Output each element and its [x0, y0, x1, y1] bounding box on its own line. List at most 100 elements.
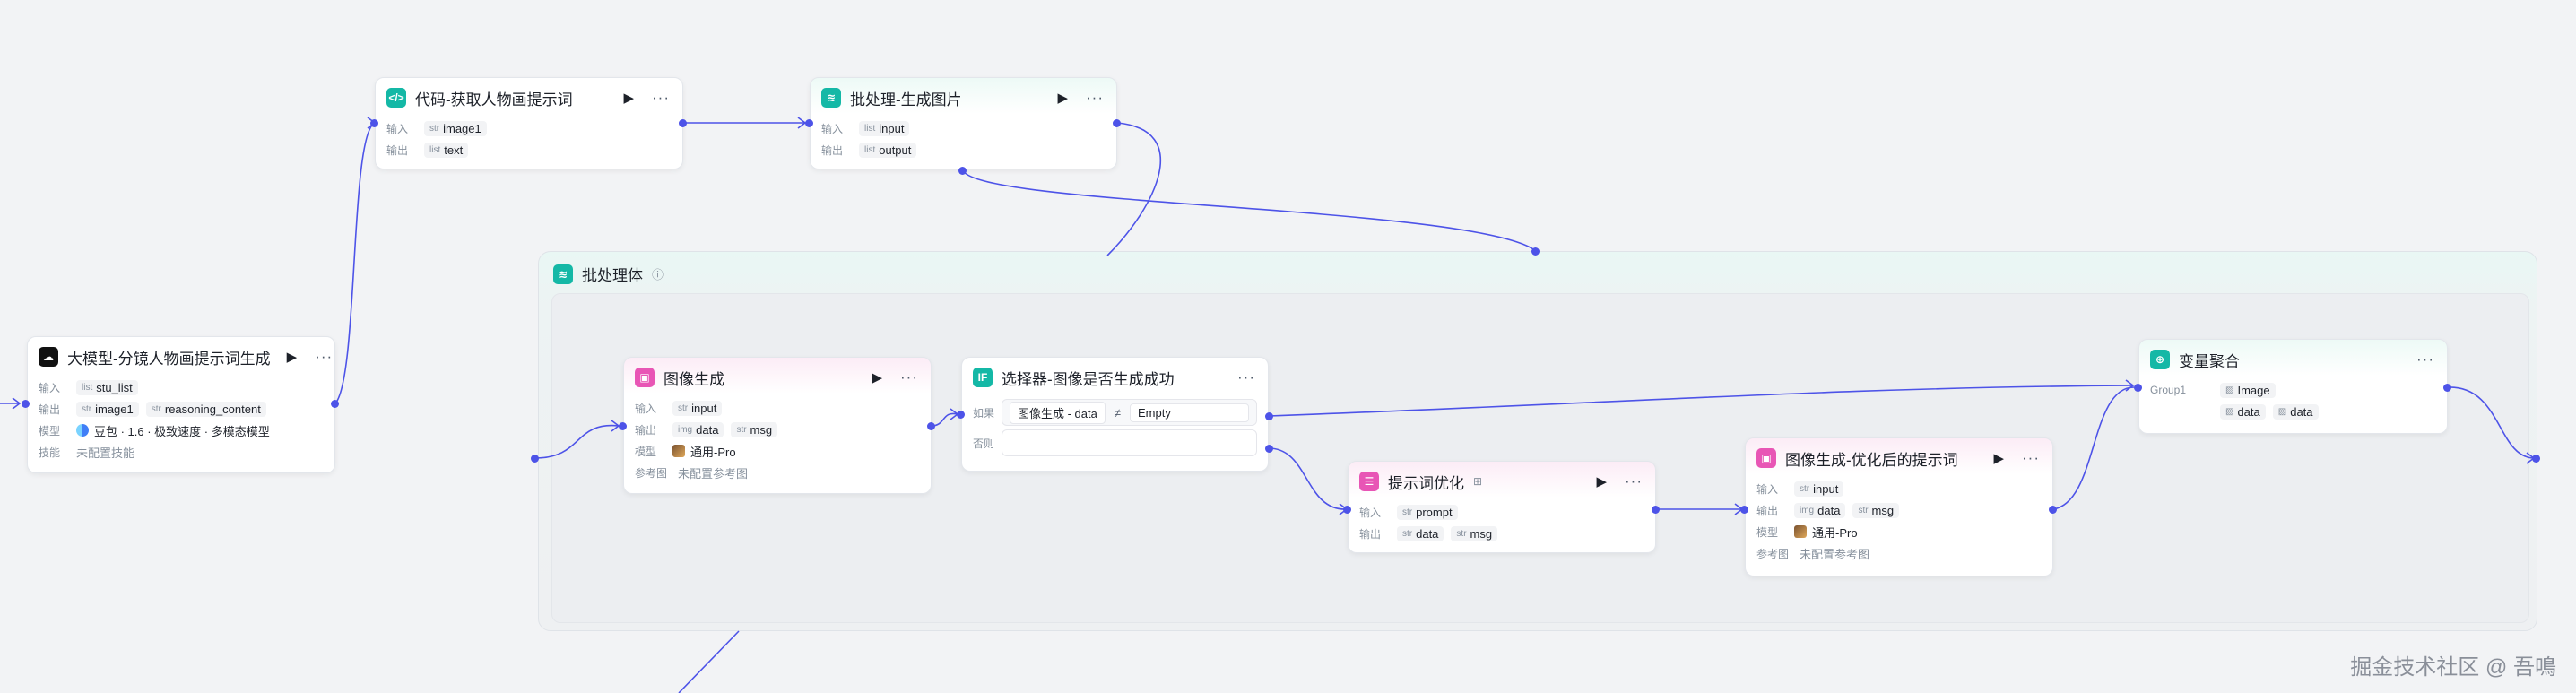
node-selector[interactable]: IF 选择器-图像是否生成成功 ··· 如果 图像生成 - data ≠ Emp… — [961, 357, 1269, 472]
node-prompt-opt-title: 提示词优化 — [1388, 474, 1464, 492]
node-llm-in-port[interactable] — [22, 400, 30, 408]
run-button[interactable]: ▶ — [1596, 473, 1607, 489]
node-llm-input-row: 输入 list stu_list — [28, 377, 334, 398]
node-imggen2-header: ▣ 图像生成-优化后的提示词 ▶ ··· — [1746, 438, 2052, 478]
more-menu-icon[interactable]: ··· — [2022, 449, 2040, 467]
else-box[interactable] — [1002, 429, 1257, 456]
batch-group-end-port[interactable] — [2532, 455, 2540, 463]
node-batch-in-port[interactable] — [805, 119, 813, 127]
edge-batch-output-to-group — [962, 169, 1537, 252]
input-tag: str prompt — [1397, 504, 1458, 520]
node-code-out-port[interactable] — [679, 119, 687, 127]
node-llm-skill-row: 技能 未配置技能 — [28, 441, 334, 463]
node-selector-if-port[interactable] — [1265, 412, 1273, 420]
node-code-title: 代码-获取人物画提示词 — [415, 91, 573, 108]
aggregate-icon: ⊕ — [2150, 350, 2170, 369]
node-prompt-opt-header: ☰ 提示词优化 ⊞ ▶ ··· — [1349, 462, 1655, 501]
node-aggregate-out-port[interactable] — [2443, 384, 2451, 392]
output-label: 输出 — [1359, 527, 1382, 541]
node-prompt-opt-out-port[interactable] — [1652, 506, 1660, 514]
node-imggen2-in-port[interactable] — [1740, 506, 1748, 514]
input-label: 输入 — [39, 381, 61, 394]
input-tag: str input — [1794, 481, 1844, 497]
node-batch-title: 批处理-生成图片 — [850, 91, 962, 108]
run-button[interactable]: ▶ — [287, 349, 298, 365]
more-menu-icon[interactable]: ··· — [900, 368, 918, 386]
node-llm[interactable]: ☁ 大模型-分镜人物画提示词生成 ▶ ··· 输入 list stu_list 输… — [27, 336, 335, 473]
input-tag: list stu_list — [76, 379, 138, 395]
condition-box[interactable]: 图像生成 - data ≠ Empty — [1002, 399, 1257, 426]
input-tag: str image1 — [424, 120, 487, 136]
node-code-in-port[interactable] — [370, 119, 378, 127]
data-tag: ▨ data — [2272, 403, 2319, 420]
node-batch-input-row: 输入 list input — [811, 117, 1116, 139]
node-selector-else-port[interactable] — [1265, 445, 1273, 453]
more-menu-icon[interactable]: ··· — [2416, 351, 2434, 368]
node-imggen-output-row: 输出 img data str msg — [624, 419, 931, 440]
edge-llm-to-code — [334, 122, 376, 404]
data-tag: ▨ data — [2220, 403, 2266, 420]
node-imggen-title: 图像生成 — [664, 370, 724, 388]
node-imggen[interactable]: ▣ 图像生成 ▶ ··· 输入 str input 输出 img data str m… — [623, 357, 932, 494]
input-label: 输入 — [635, 402, 657, 415]
node-prompt-opt[interactable]: ☰ 提示词优化 ⊞ ▶ ··· 输入 str prompt 输出 str data … — [1348, 461, 1656, 553]
more-menu-icon[interactable]: ··· — [1625, 472, 1643, 490]
arrow-batch — [797, 117, 807, 129]
node-batch[interactable]: ≋ 批处理-生成图片 ▶ ··· 输入 list input 输出 list out… — [810, 77, 1117, 169]
node-imggen2-model-row: 模型 通用-Pro — [1746, 521, 2052, 542]
batch-group-start-port[interactable] — [531, 455, 539, 463]
node-code-header: </> 代码-获取人物画提示词 ▶ ··· — [376, 78, 682, 117]
node-imggen2[interactable]: ▣ 图像生成-优化后的提示词 ▶ ··· 输入 str input 输出 img d… — [1745, 437, 2053, 576]
node-imggen2-out-port[interactable] — [2049, 506, 2057, 514]
arrow-in — [12, 397, 22, 410]
node-selector-header: IF 选择器-图像是否生成成功 ··· — [962, 358, 1268, 397]
output-label: 输出 — [1756, 504, 1779, 517]
node-aggregate-in-port[interactable] — [2134, 384, 2142, 392]
run-button[interactable]: ▶ — [1057, 90, 1068, 106]
ref-label: 参考图 — [1756, 547, 1790, 560]
batch-group-header: ≋ 批处理体 ⓘ — [553, 263, 664, 285]
output-tag: str data — [1397, 525, 1444, 541]
more-menu-icon[interactable]: ··· — [315, 348, 333, 366]
node-code[interactable]: </> 代码-获取人物画提示词 ▶ ··· 输入 str image1 输出 li… — [375, 77, 683, 169]
node-prompt-opt-in-port[interactable] — [1343, 506, 1351, 514]
batch-group-top-port[interactable] — [1531, 247, 1540, 256]
output-tag: list text — [424, 142, 469, 158]
model-thumbnail-icon — [672, 445, 685, 457]
output-tag: list output — [859, 142, 917, 158]
node-batch-output-row: 输出 list output — [811, 139, 1116, 160]
more-menu-icon[interactable]: ··· — [1086, 89, 1104, 107]
node-batch-header: ≋ 批处理-生成图片 ▶ ··· — [811, 78, 1116, 117]
model-label: 模型 — [1756, 525, 1779, 539]
run-button[interactable]: ▶ — [1993, 450, 2004, 466]
node-llm-header: ☁ 大模型-分镜人物画提示词生成 ▶ ··· — [28, 337, 334, 377]
node-selector-else-row: 否则 — [962, 428, 1268, 458]
node-batch-loop-port[interactable] — [958, 167, 967, 175]
node-selector-in-port[interactable] — [957, 411, 965, 419]
node-imggen2-ref-row: 参考图 未配置参考图 — [1746, 542, 2052, 564]
model-value: 通用-Pro — [1794, 524, 1858, 541]
output-tag: str reasoning_content — [145, 401, 266, 417]
node-imggen2-input-row: 输入 str input — [1746, 478, 2052, 499]
node-imggen-out-port[interactable] — [927, 422, 935, 430]
model-value: 豆包 · 1.6 · 极致速度 · 多模态模型 — [76, 422, 270, 439]
node-llm-out-port[interactable] — [331, 400, 339, 408]
model-value: 通用-Pro — [672, 443, 736, 460]
input-label: 输入 — [821, 122, 844, 135]
info-icon[interactable]: ⓘ — [652, 265, 664, 282]
node-selector-title: 选择器-图像是否生成成功 — [1002, 370, 1175, 388]
output-label: 输出 — [386, 143, 409, 157]
more-menu-icon[interactable]: ··· — [652, 89, 670, 107]
more-menu-icon[interactable]: ··· — [1237, 368, 1255, 386]
node-selector-if-row: 如果 图像生成 - data ≠ Empty — [962, 397, 1268, 428]
node-code-output-row: 输出 list text — [376, 139, 682, 160]
group-type-tag: ▨ Image — [2220, 382, 2276, 398]
node-imggen-in-port[interactable] — [619, 422, 627, 430]
node-imggen-header: ▣ 图像生成 ▶ ··· — [624, 358, 931, 397]
node-imggen-ref-row: 参考图 未配置参考图 — [624, 462, 931, 483]
node-llm-title: 大模型-分镜人物画提示词生成 — [67, 350, 271, 368]
run-button[interactable]: ▶ — [623, 90, 634, 106]
node-aggregate[interactable]: ⊕ 变量聚合 ··· Group1 ▨ Image ▨ data ▨ data — [2138, 339, 2448, 434]
run-button[interactable]: ▶ — [872, 369, 882, 385]
node-batch-out-port[interactable] — [1113, 119, 1121, 127]
